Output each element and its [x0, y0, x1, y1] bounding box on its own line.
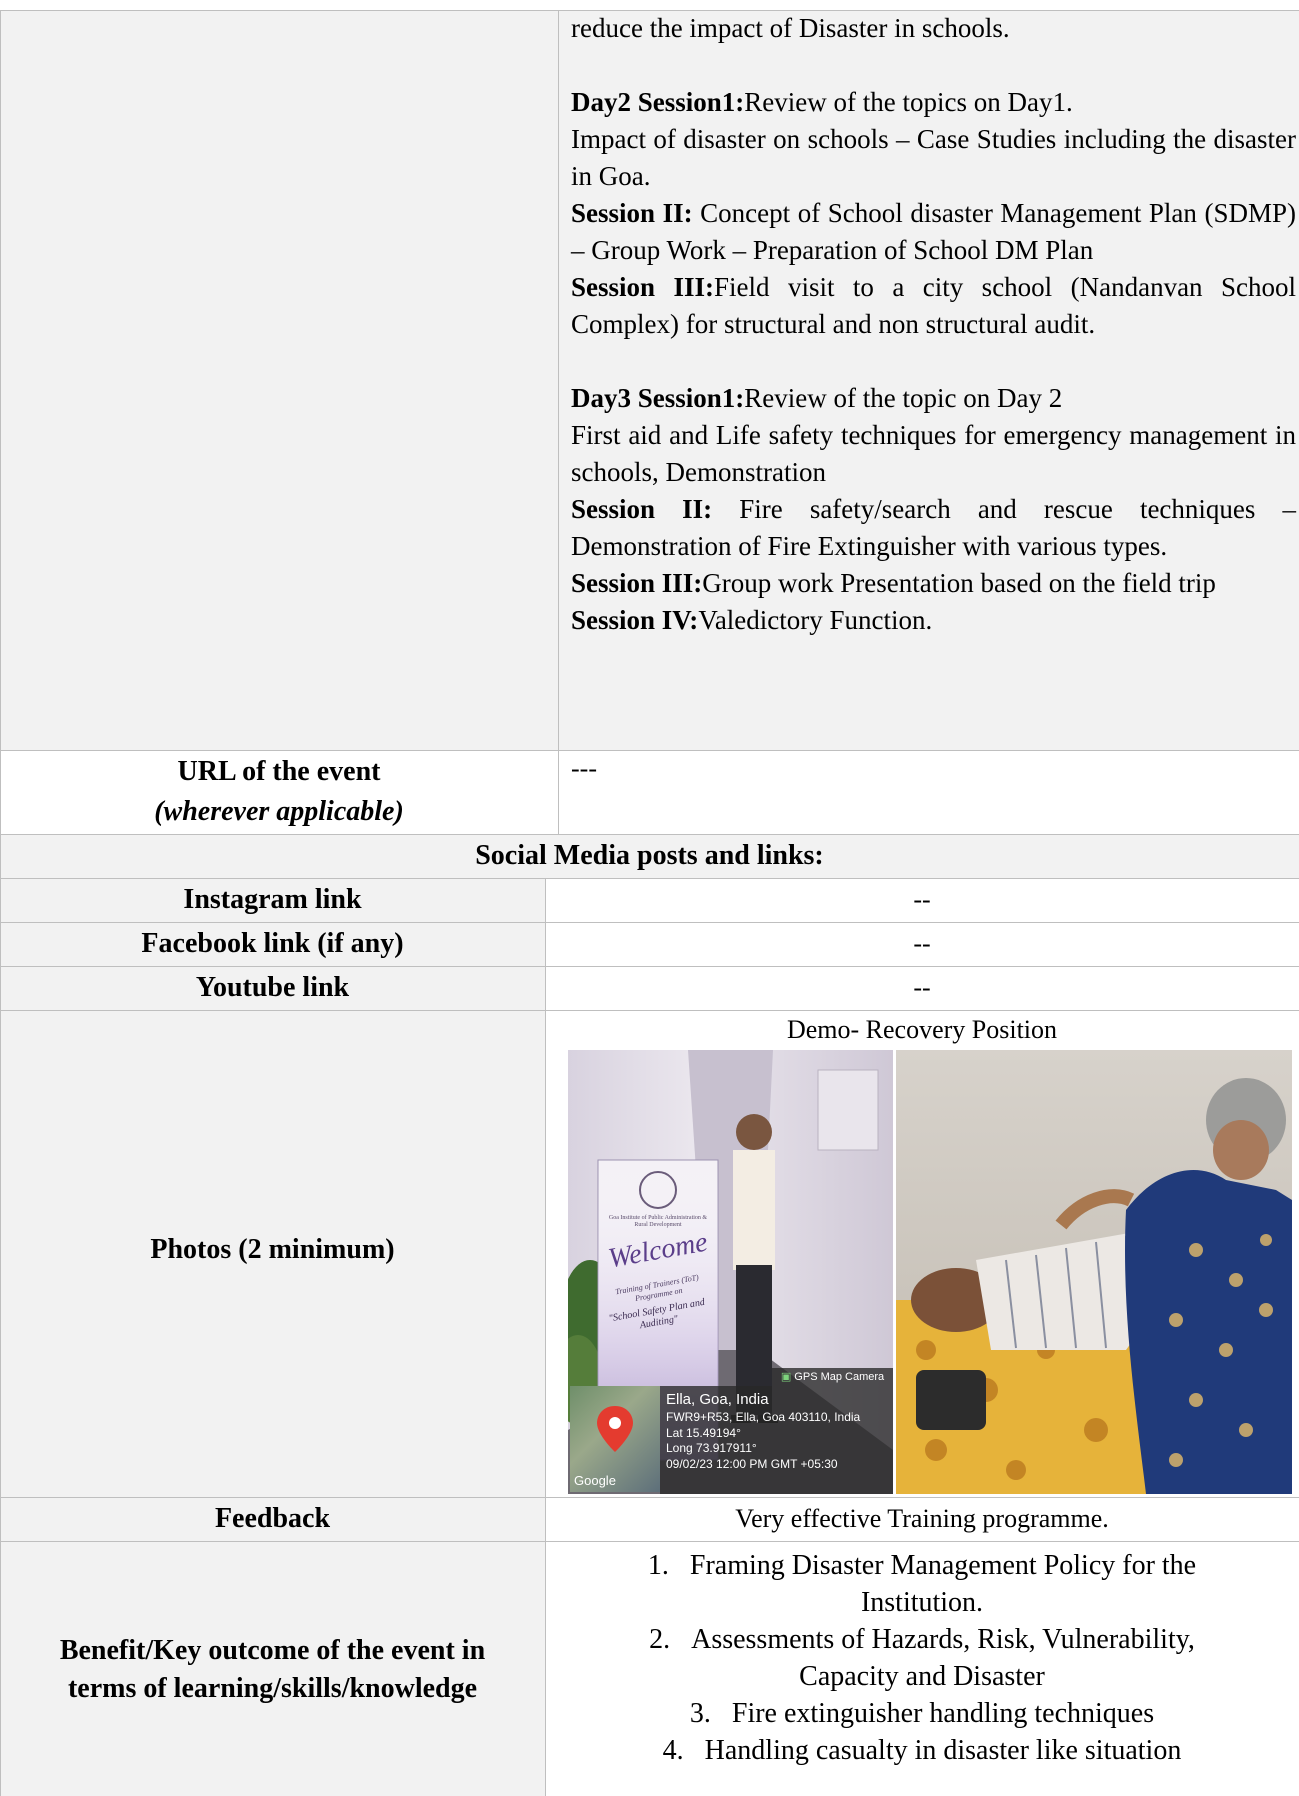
gps-camera-icon: ▣	[780, 1371, 792, 1383]
agenda-row-left-cell	[0, 10, 558, 750]
day3-session4: Session IV:Valedictory Function.	[571, 605, 933, 635]
feedback-value: Very effective Training programme.	[735, 1504, 1109, 1533]
photo-welcome-banner: Goa Institute of Public Administration &…	[568, 1050, 893, 1494]
gps-longitude: Long 73.917911°	[666, 1441, 757, 1455]
day2-session3: Session III:Field visit to a city school…	[571, 272, 1296, 339]
photos-label: Photos (2 minimum)	[150, 1234, 395, 1265]
outcome-item: 1. Framing Disaster Management Policy fo…	[647, 1550, 1197, 1618]
instagram-value: --	[913, 885, 931, 914]
outcome-item: 4. Handling casualty in disaster like si…	[662, 1735, 1182, 1766]
feedback-label: Feedback	[214, 1503, 331, 1534]
recovery-demo-scene	[896, 1078, 1292, 1494]
day3-session3: Session III:Group work Presentation base…	[571, 568, 1216, 598]
instagram-label: Instagram link	[183, 884, 362, 915]
day2-session1-detail: Impact of disaster on schools – Case Stu…	[571, 124, 1296, 191]
photos-caption: Demo- Recovery Position	[786, 1015, 1058, 1044]
day2-session2: Session II: Concept of School disaster M…	[571, 198, 1296, 265]
youtube-value: --	[913, 973, 931, 1002]
day3-session2: Session II: Fire safety/search and rescu…	[571, 494, 1296, 561]
gps-place: Ella, Goa, India	[666, 1391, 769, 1408]
programme-agenda: reduce the impact of Disaster in schools…	[571, 10, 1296, 639]
table-border	[558, 10, 559, 834]
social-heading: Social Media posts and links:	[475, 840, 824, 871]
facebook-label: Facebook link (if any)	[141, 928, 404, 959]
gps-map-camera-badge: ▣ GPS Map Camera	[772, 1368, 893, 1386]
agenda-intro-tail: reduce the impact of Disaster in schools…	[571, 13, 1010, 43]
outcome-item: 2. Assessments of Hazards, Risk, Vulnera…	[649, 1624, 1195, 1692]
photo-recovery-position	[896, 1050, 1292, 1494]
gps-timestamp: 09/02/23 12:00 PM GMT +05:30	[666, 1456, 838, 1471]
benefit-label: Benefit/Key outcome of the event in term…	[59, 1635, 486, 1704]
gps-address: FWR9+R53, Ella, Goa 403110, India	[666, 1410, 861, 1424]
url-label: URL of the event (wherever applicable)	[0, 752, 558, 832]
gps-info-panel: Ella, Goa, India FWR9+R53, Ella, Goa 403…	[660, 1386, 893, 1494]
day3-session1: Day3 Session1:Review of the topic on Day…	[571, 383, 1063, 413]
banner-org-text: Goa Institute of Public Administration &…	[608, 1215, 708, 1228]
url-value: ---	[571, 754, 597, 783]
day2-session1: Day2 Session1:Review of the topics on Da…	[571, 87, 1073, 117]
url-sublabel: (wherever applicable)	[154, 796, 404, 827]
day3-session1-detail: First aid and Life safety techniques for…	[571, 420, 1296, 487]
benefit-outcomes-list: 1. Framing Disaster Management Policy fo…	[545, 1547, 1299, 1769]
youtube-label: Youtube link	[195, 972, 350, 1003]
table-border	[0, 1541, 1299, 1542]
gps-latitude: Lat 15.49194°	[666, 1425, 741, 1440]
google-logo-text: Google	[574, 1473, 616, 1488]
facebook-value: --	[913, 929, 931, 958]
table-border	[0, 750, 1299, 751]
outcome-item: 3. Fire extinguisher handling techniques	[689, 1698, 1155, 1729]
gps-map-thumbnail: Google	[570, 1386, 660, 1492]
